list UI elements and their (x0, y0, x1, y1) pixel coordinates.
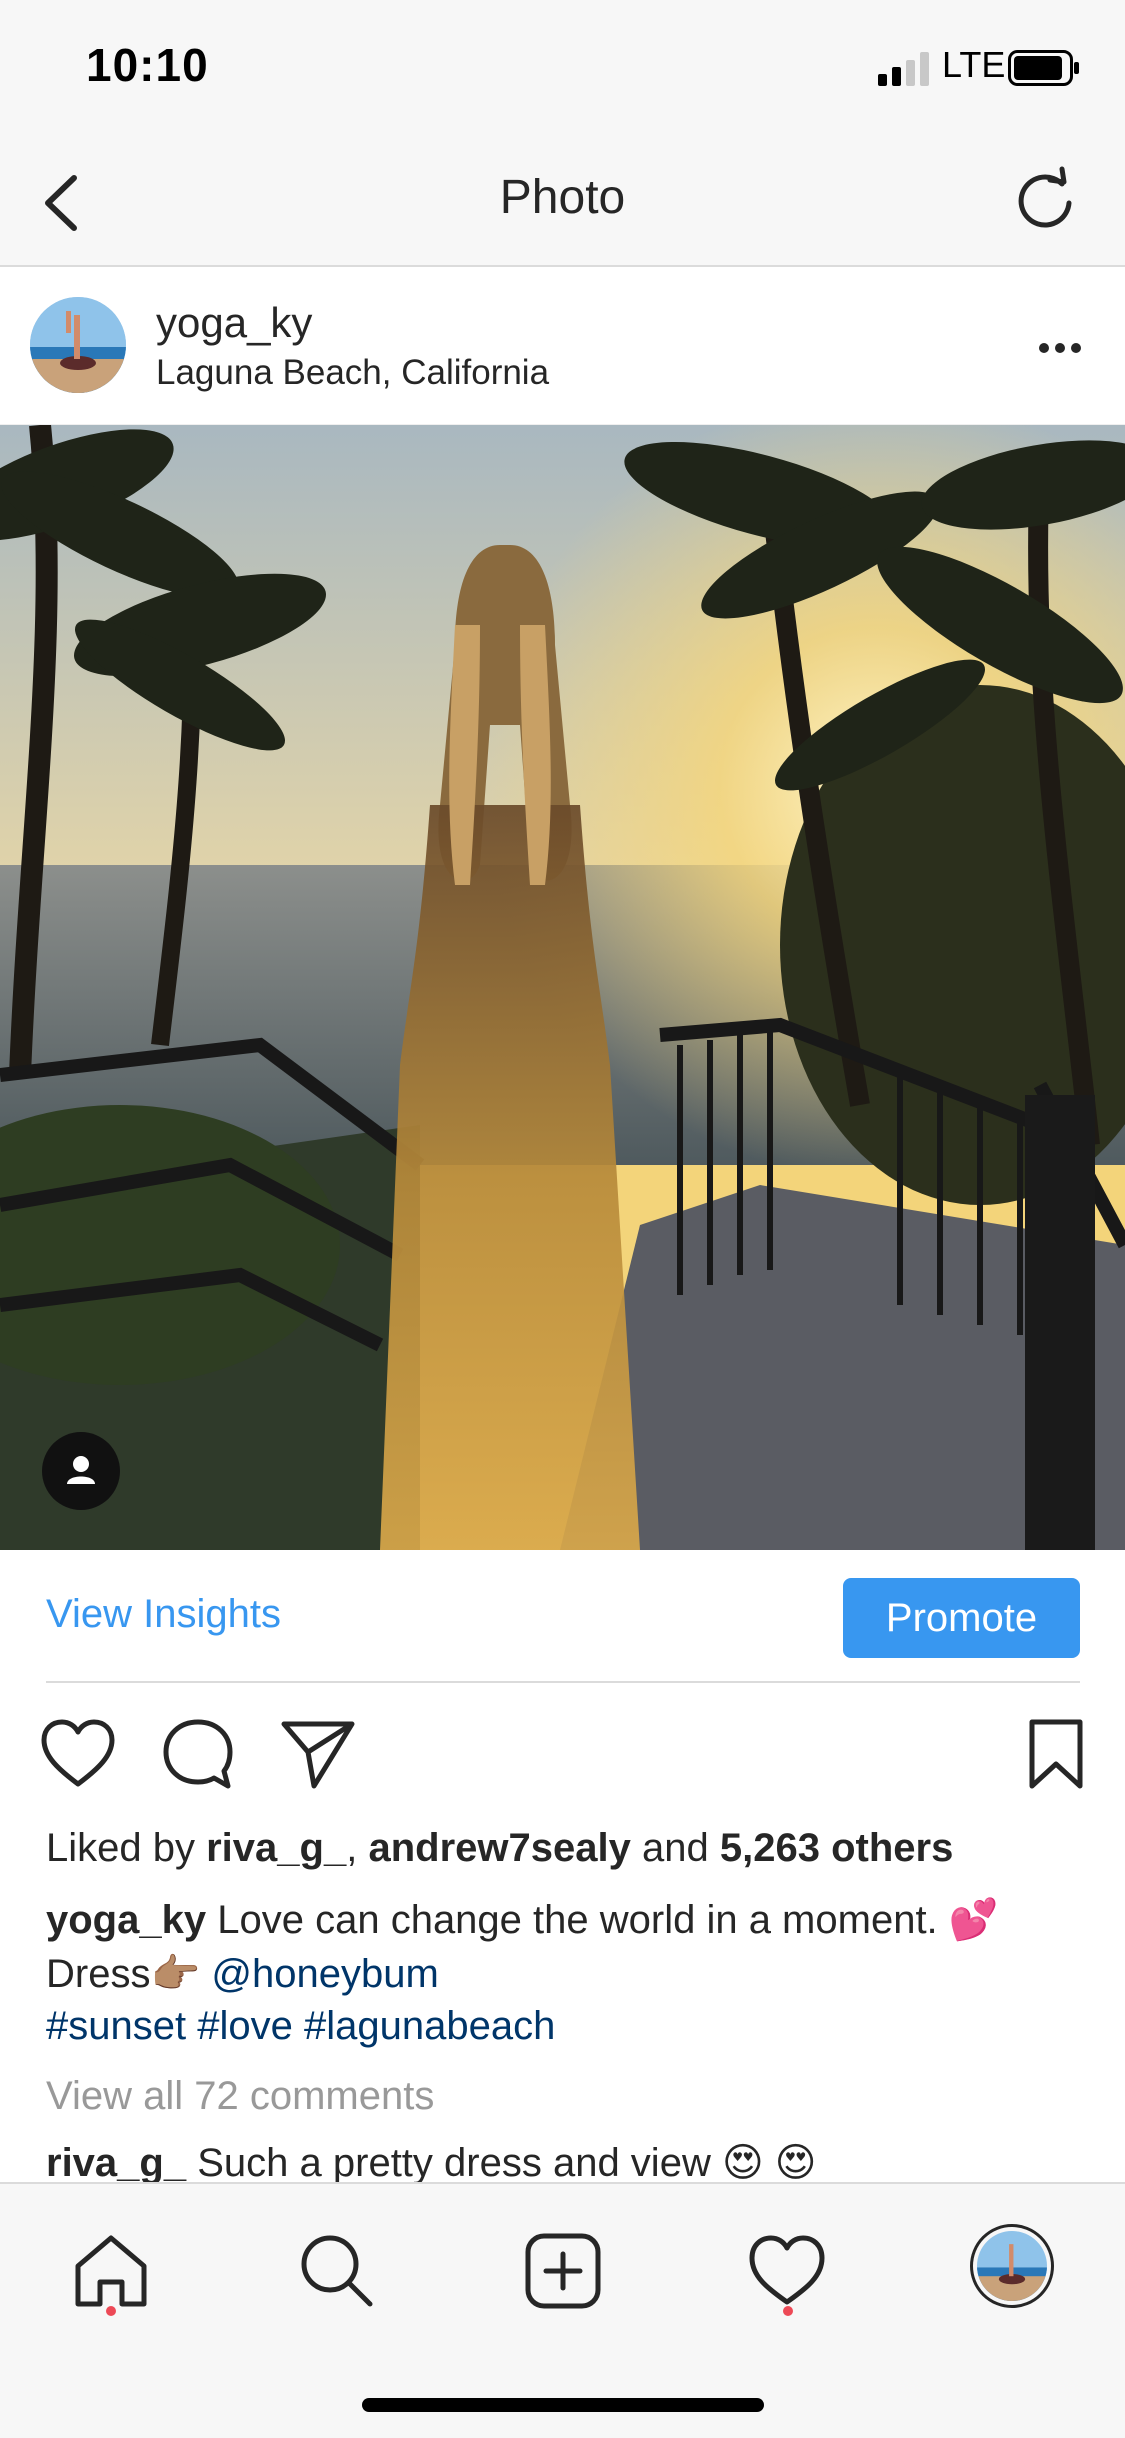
comment-text: Such a pretty dress and view 😍 😍 (197, 2141, 817, 2185)
likes-comma: , (346, 1826, 358, 1870)
post-location[interactable]: Laguna Beach, California (156, 353, 549, 393)
likes-others-link[interactable]: 5,263 others (720, 1826, 953, 1870)
refresh-icon[interactable] (1010, 166, 1080, 236)
post-photo[interactable] (0, 425, 1125, 1550)
comment-row: riva_g_ Such a pretty dress and view 😍 😍 (46, 2140, 816, 2186)
search-icon[interactable] (292, 2226, 382, 2316)
avatar-image (977, 2231, 1047, 2301)
view-comments-link[interactable]: View all 72 comments (46, 2074, 434, 2119)
activity-icon[interactable] (742, 2226, 832, 2316)
notification-dot (106, 2306, 116, 2316)
notification-dot (783, 2306, 793, 2316)
new-post-icon[interactable] (518, 2226, 608, 2316)
more-horizontal-icon[interactable] (1038, 341, 1082, 355)
person-icon (67, 1456, 95, 1484)
page-title: Photo (499, 171, 626, 224)
user-tag-icon[interactable] (42, 1432, 120, 1510)
caption-text: Dress👉🏽 (46, 1952, 201, 1996)
comment-icon[interactable] (158, 1714, 238, 1794)
mention-link[interactable]: @honeybum (211, 1952, 438, 1996)
status-bar: 10:10 LTE (0, 0, 1125, 140)
profile-avatar[interactable] (970, 2224, 1054, 2308)
signal-icon (878, 52, 929, 86)
nav-bar: Photo (0, 140, 1125, 267)
likes-summary: Liked by riva_g_, andrew7sealy and 5,263… (46, 1826, 953, 1871)
sunset-photo (0, 425, 1125, 1550)
heart-icon[interactable] (38, 1714, 118, 1794)
comment-author[interactable]: riva_g_ (46, 2141, 186, 2185)
liker-link[interactable]: riva_g_ (206, 1826, 346, 1870)
caption-text: Love can change the world in a moment. 💕 (217, 1898, 999, 1942)
caption-author[interactable]: yoga_ky (46, 1898, 206, 1942)
liker-link[interactable]: andrew7sealy (368, 1826, 630, 1870)
battery-icon (1008, 50, 1079, 86)
home-icon[interactable] (66, 2226, 156, 2316)
likes-prefix: Liked by (46, 1826, 195, 1870)
bookmark-icon[interactable] (1016, 1714, 1096, 1794)
hashtag-link[interactable]: #sunset (46, 2004, 186, 2048)
divider (46, 1681, 1080, 1683)
hashtag-line: #sunset #love #lagunabeach (46, 2004, 555, 2049)
hashtag-link[interactable]: #love (197, 2004, 293, 2048)
home-indicator[interactable] (362, 2398, 764, 2412)
network-label: LTE (942, 44, 1006, 85)
hashtag-link[interactable]: #lagunabeach (304, 2004, 555, 2048)
caption-line: yoga_ky Love can change the world in a m… (46, 1896, 999, 1943)
likes-joiner: and (641, 1826, 709, 1870)
caption-line: Dress👉🏽 @honeybum (46, 1950, 439, 1997)
post-username[interactable]: yoga_ky (156, 299, 312, 347)
post-header: yoga_ky Laguna Beach, California (0, 267, 1125, 426)
avatar-image (30, 297, 126, 393)
promote-button[interactable]: Promote (843, 1578, 1080, 1658)
status-time: 10:10 (86, 39, 209, 91)
view-insights-link[interactable]: View Insights (46, 1592, 281, 1637)
send-icon[interactable] (278, 1714, 358, 1794)
avatar[interactable] (30, 297, 126, 393)
